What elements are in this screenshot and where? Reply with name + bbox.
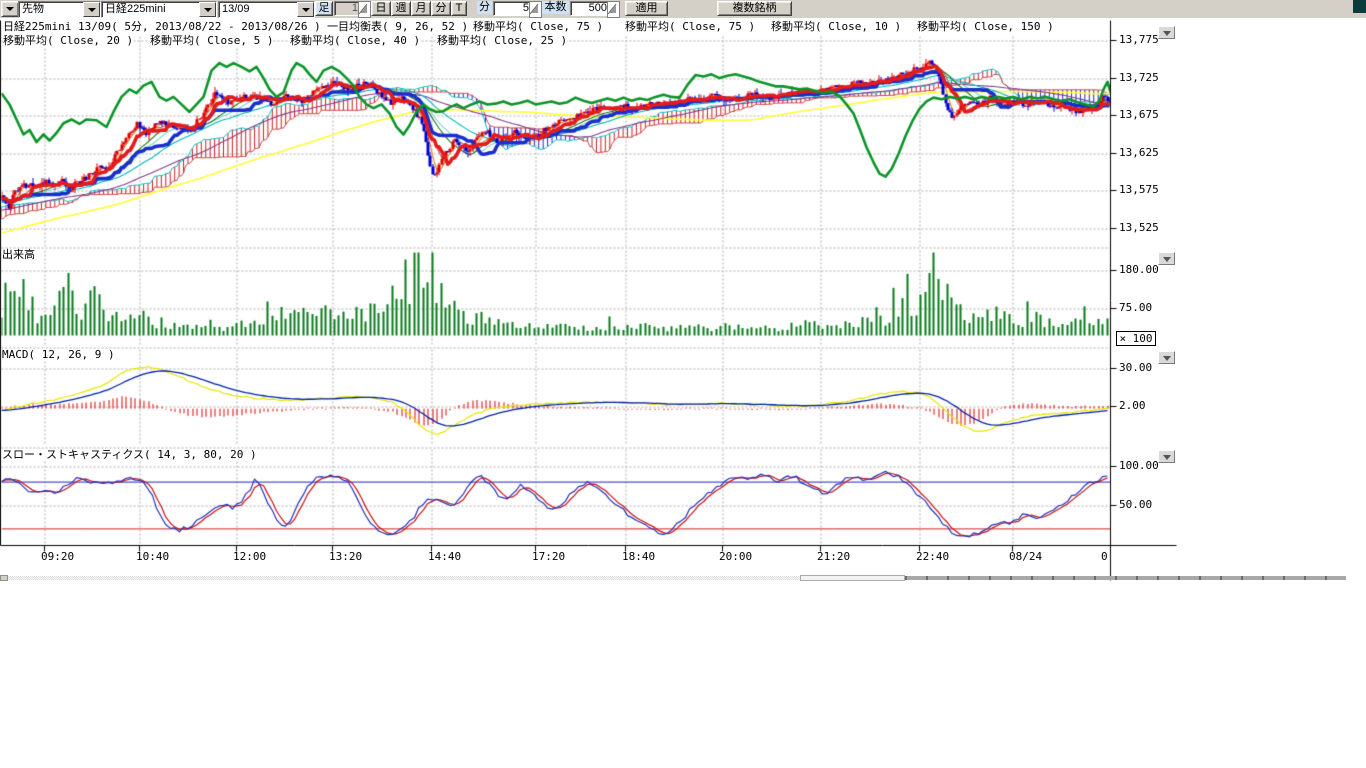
price-axis-menu-button[interactable] xyxy=(1158,26,1175,39)
stochastics-axis-tick-label: 100.00 xyxy=(1119,460,1159,472)
volume-multiplier-badge: × 100 xyxy=(1116,331,1156,346)
bar-multiple-spinner[interactable] xyxy=(358,1,371,18)
chevron-down-icon xyxy=(1163,31,1171,36)
chevron-down-icon xyxy=(1163,356,1171,361)
time-axis-tick-label: 09:20 xyxy=(41,551,74,563)
minute-label: 分 xyxy=(477,1,492,14)
period-weekly-button[interactable]: 週 xyxy=(391,1,411,16)
price-axis-tick-label: 13,775 xyxy=(1119,34,1159,46)
bar-count-label: 本数 xyxy=(542,1,569,14)
chevron-down-icon xyxy=(6,7,14,11)
chevron-down-icon xyxy=(204,8,212,12)
time-axis-tick-label: 21:20 xyxy=(817,551,850,563)
combo-dropdown-button[interactable] xyxy=(297,2,314,17)
instrument-type-select[interactable]: 先物 xyxy=(18,1,101,18)
scrollbar-grip[interactable] xyxy=(0,575,8,581)
ichimoku-label: 一目均衡表( 9, 26, 52 ) xyxy=(327,21,468,33)
instrument-type-value: 先物 xyxy=(22,3,44,16)
price-axis-tick-label: 13,675 xyxy=(1119,109,1159,121)
price-axis-tick-label: 13,725 xyxy=(1119,72,1159,84)
volume-axis-tick-label: 75.00 xyxy=(1119,302,1152,314)
macd-axis-menu-button[interactable] xyxy=(1158,351,1175,364)
bar-count-field[interactable]: 500 xyxy=(570,1,610,16)
combo-dropdown-button[interactable] xyxy=(83,2,100,17)
period-daily-button[interactable]: 日 xyxy=(371,1,391,16)
macd-axis-tick-label: 30.00 xyxy=(1119,362,1152,374)
chevron-down-icon xyxy=(1163,257,1171,262)
time-axis-tick-label: 22:40 xyxy=(916,551,949,563)
ma10-label: 移動平均( Close, 10 ) xyxy=(771,21,901,33)
minute-value-field[interactable]: 5 xyxy=(493,1,532,16)
time-axis-tick-label: 12:00 xyxy=(233,551,266,563)
ma5-label: 移動平均( Close, 5 ) xyxy=(150,35,273,47)
time-axis-tick-label: 13:20 xyxy=(329,551,362,563)
stochastics-axis-tick-label: 50.00 xyxy=(1119,499,1152,511)
bar-multiple-field[interactable]: 1 xyxy=(334,1,361,16)
ma40-label: 移動平均( Close, 40 ) xyxy=(290,35,420,47)
multi-symbol-button[interactable]: 複数銘柄 xyxy=(717,1,792,16)
time-axis-tick-label: 08/24 xyxy=(1009,551,1042,563)
time-axis-tick-label: 10:40 xyxy=(136,551,169,563)
symbol-select[interactable]: 日経225mini xyxy=(101,1,217,18)
spinner-icon xyxy=(359,2,368,15)
contract-month-value: 13/09 xyxy=(222,3,250,16)
ma25-label: 移動平均( Close, 25 ) xyxy=(437,35,567,47)
chevron-down-icon xyxy=(1163,455,1171,460)
chart-title: 日経225mini 13/09( 5分, 2013/08/22 - 2013/0… xyxy=(3,21,321,33)
bar-count-spinner[interactable] xyxy=(607,1,620,18)
price-axis-tick-label: 13,575 xyxy=(1119,184,1159,196)
time-axis-tick-label: 14:40 xyxy=(428,551,461,563)
chevron-down-icon xyxy=(302,8,310,12)
bar-type-button[interactable]: 足 xyxy=(315,1,333,16)
period-monthly-button[interactable]: 月 xyxy=(411,1,431,16)
ma20-label: 移動平均( Close, 20 ) xyxy=(3,35,133,47)
apply-button[interactable]: 適用 xyxy=(625,1,668,16)
ma75-label: 移動平均( Close, 75 ) xyxy=(473,21,603,33)
ma75b-label: 移動平均( Close, 75 ) xyxy=(625,21,755,33)
macd-panel-title: MACD( 12, 26, 9 ) xyxy=(2,349,117,361)
combo-dropdown-button[interactable] xyxy=(199,2,216,17)
volume-panel-title: 出来高 xyxy=(2,249,37,261)
time-axis-tick-label: 18:40 xyxy=(622,551,655,563)
scrollbar-track[interactable] xyxy=(8,576,800,580)
chart-canvas xyxy=(0,17,1180,583)
chart-menu-button[interactable] xyxy=(1,1,19,17)
scrollbar-range-indicator xyxy=(905,576,1346,580)
time-axis-tick-label: 0 xyxy=(1101,551,1108,563)
period-minute-button[interactable]: 分 xyxy=(431,1,451,16)
contract-month-select[interactable]: 13/09 xyxy=(218,1,315,18)
horizontal-scrollbar[interactable] xyxy=(0,575,1346,581)
volume-axis-menu-button[interactable] xyxy=(1158,252,1175,265)
spinner-icon xyxy=(530,2,539,15)
minute-spinner[interactable] xyxy=(529,1,542,18)
ma150-label: 移動平均( Close, 150 ) xyxy=(917,21,1054,33)
volume-axis-tick-label: 180.00 xyxy=(1119,264,1159,276)
price-axis-tick-label: 13,525 xyxy=(1119,222,1159,234)
period-tick-button[interactable]: T xyxy=(451,1,467,16)
price-axis-tick-label: 13,625 xyxy=(1119,147,1159,159)
symbol-value: 日経225mini xyxy=(105,3,166,16)
scrollbar-thumb[interactable] xyxy=(800,575,905,581)
time-axis-tick-label: 17:20 xyxy=(532,551,565,563)
stochastics-panel-title: スロー・ストキャスティクス( 14, 3, 80, 20 ) xyxy=(2,449,259,461)
time-axis-tick-label: 20:00 xyxy=(719,551,752,563)
chart-application-window: 先物 日経225mini 13/09 足 1 日 週 月 分 T 分 5 本数 … xyxy=(0,0,1366,768)
toolbar: 先物 日経225mini 13/09 足 1 日 週 月 分 T 分 5 本数 … xyxy=(0,0,1366,18)
chevron-down-icon xyxy=(88,8,96,12)
macd-axis-tick-label: 2.00 xyxy=(1119,400,1146,412)
spinner-icon xyxy=(608,2,617,15)
window-corner-fragment xyxy=(1353,0,1366,13)
stochastics-axis-menu-button[interactable] xyxy=(1158,450,1175,463)
